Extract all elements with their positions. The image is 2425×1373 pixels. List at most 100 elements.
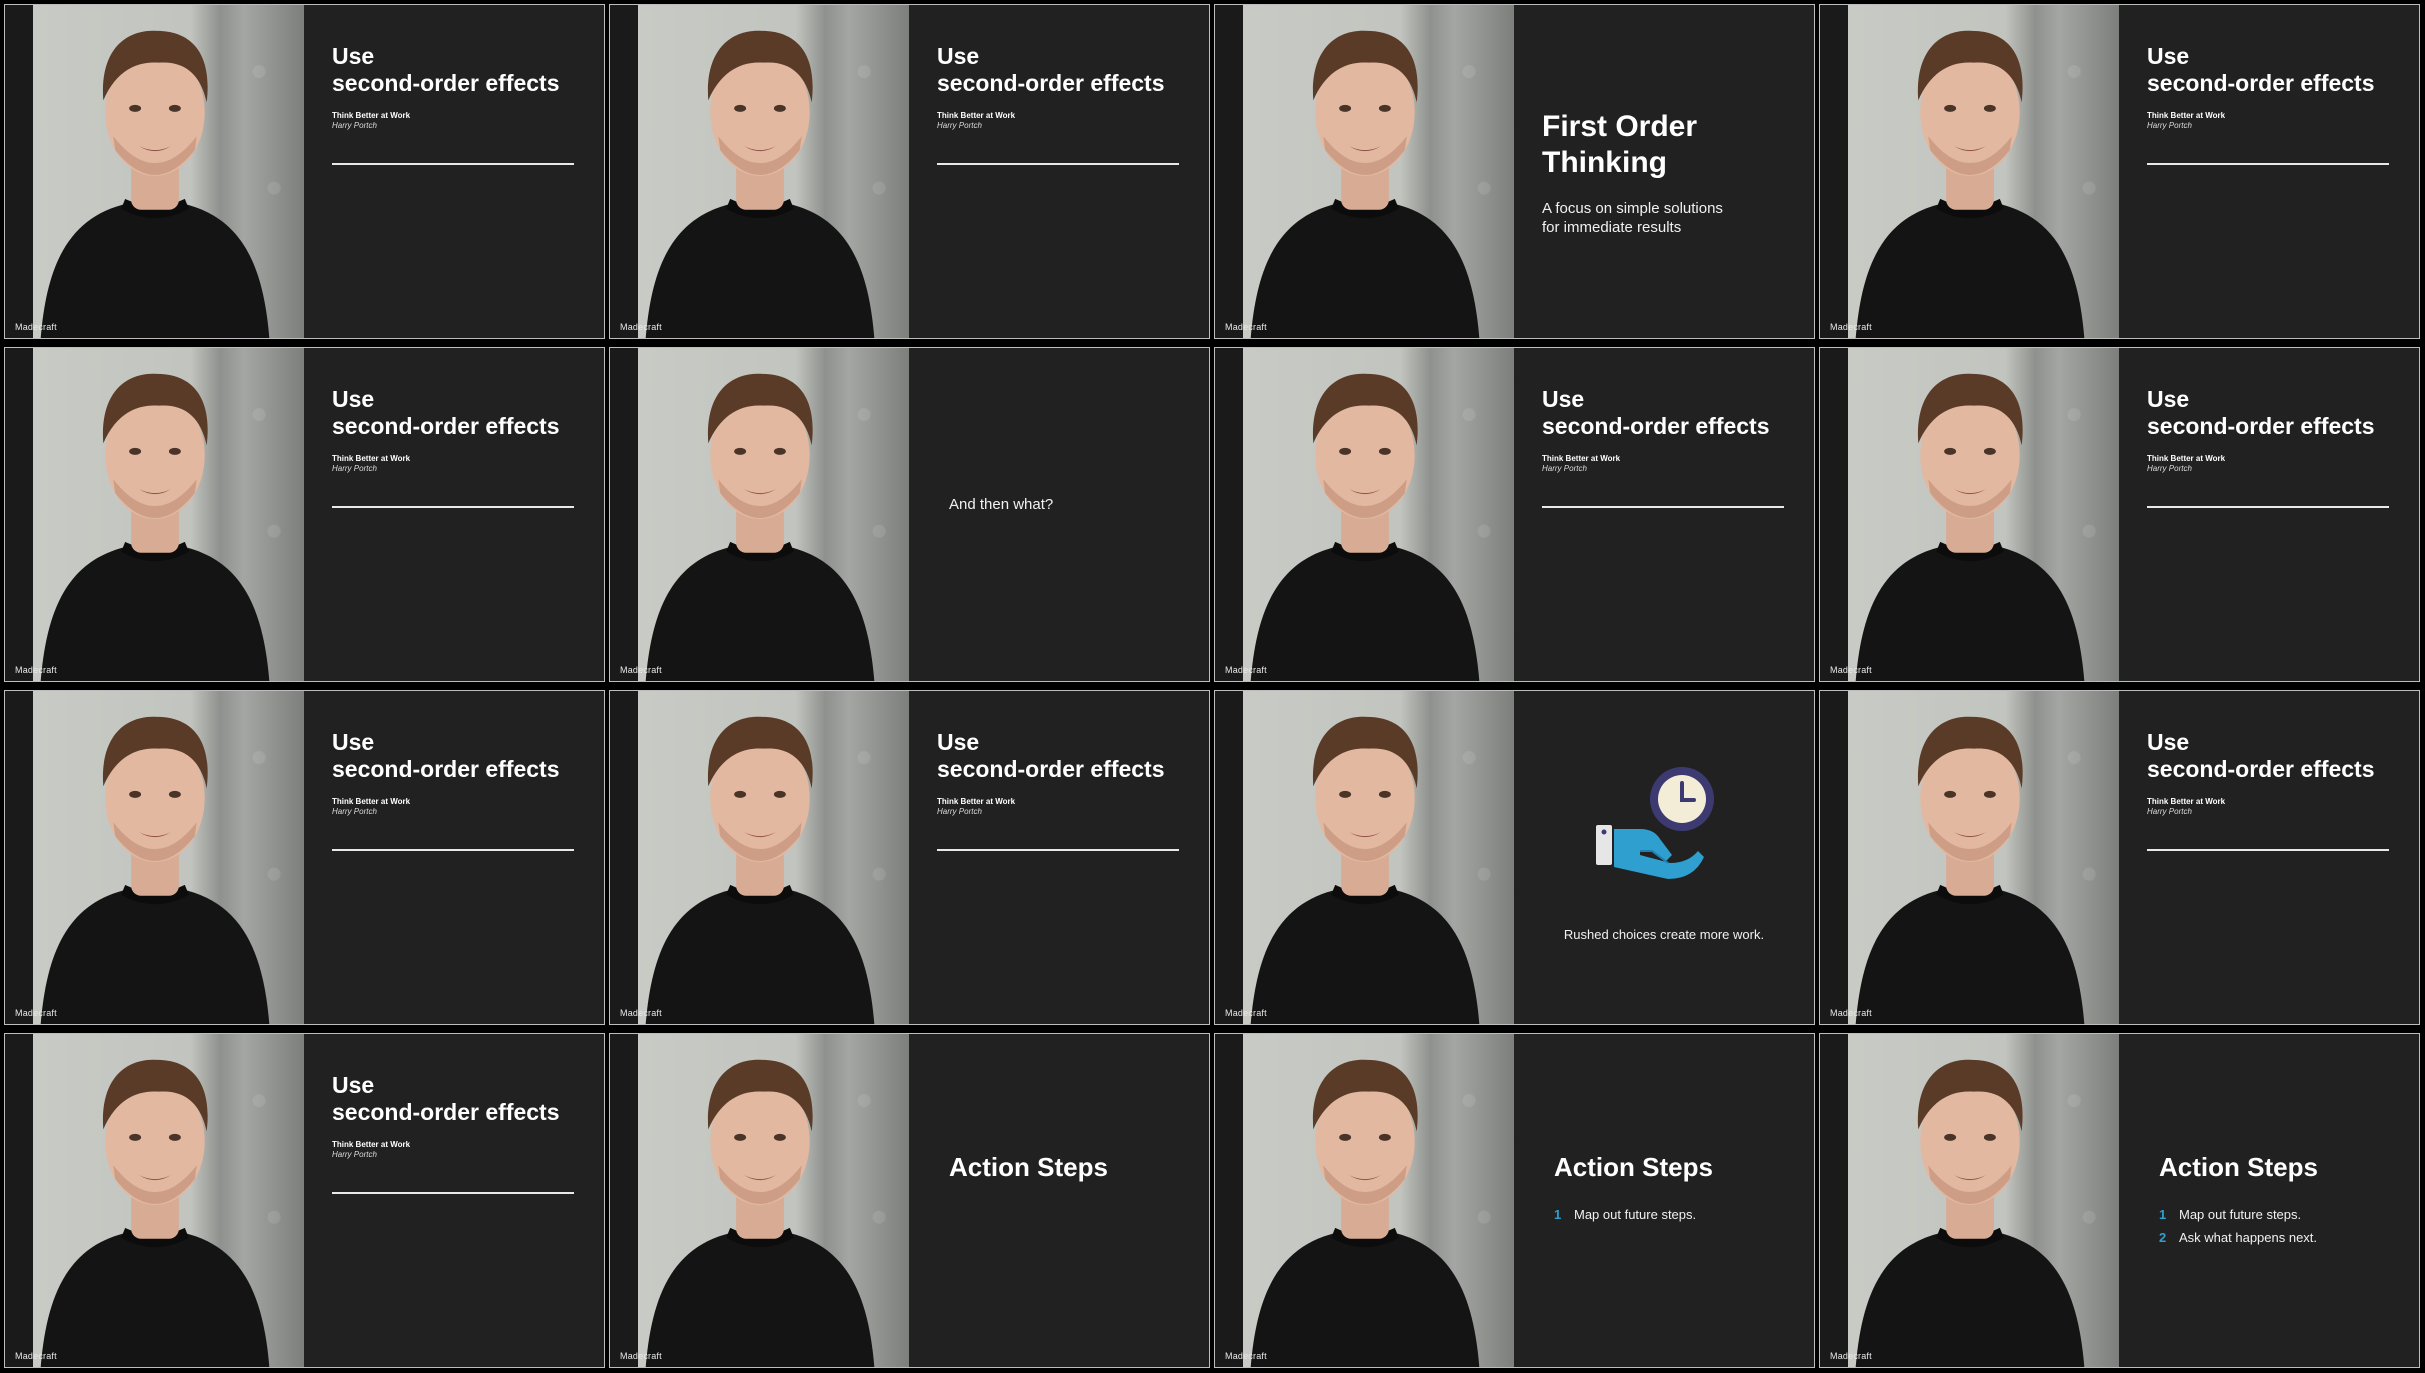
brand-watermark: Madecraft (1830, 1351, 1872, 1361)
author-name: Harry Portch (2147, 121, 2192, 130)
author-name: Harry Portch (937, 807, 982, 816)
video-feed (1215, 691, 1514, 1024)
brand-watermark: Madecraft (1225, 665, 1267, 675)
slide-title: Use second-order effects (2147, 43, 2375, 96)
course-name: Think Better at Work (2147, 454, 2226, 463)
author-name: Harry Portch (2147, 464, 2192, 473)
presenter-image (1250, 30, 1480, 338)
slide-panel: Use second-order effects Think Better at… (2119, 5, 2419, 338)
brand-watermark: Madecraft (1225, 1008, 1267, 1018)
question-text: And then what? (949, 496, 1054, 513)
video-frame[interactable]: Madecraft Use second-order effects Think… (1819, 4, 2420, 339)
course-name: Think Better at Work (332, 454, 411, 463)
brand-watermark: Madecraft (15, 665, 57, 675)
video-feed (5, 691, 304, 1024)
slide-panel: Use second-order effects Think Better at… (304, 348, 604, 681)
video-feed (1215, 348, 1514, 681)
brand-watermark: Madecraft (620, 1008, 662, 1018)
action-steps-title: Action Steps (949, 1152, 1108, 1182)
action-step: 1 Map out future steps. (2159, 1207, 2302, 1222)
video-feed (610, 348, 909, 681)
video-frame[interactable]: Madecraft Use second-order effects Think… (4, 347, 605, 682)
action-step: 1 Map out future steps. (1554, 1207, 1697, 1222)
video-frame[interactable]: Madecraft Use second-order effects Think… (609, 4, 1210, 339)
hand-with-clock-icon (1596, 767, 1714, 879)
slide-panel: Use second-order effects Think Better at… (1514, 348, 1814, 681)
author-name: Harry Portch (1542, 464, 1587, 473)
video-frame[interactable]: Madecraft Use second-order effects Think… (1214, 347, 1815, 682)
video-frame[interactable]: Madecraft Use second-order effects Think… (1819, 347, 2420, 682)
slide-title: Use second-order effects (332, 386, 560, 439)
video-frame[interactable]: Madecraft And then what? (609, 347, 1210, 682)
video-feed (1820, 691, 2119, 1024)
video-feed (5, 1034, 304, 1367)
video-frame[interactable]: Madecraft Use second-order effects Think… (4, 1033, 605, 1368)
author-name: Harry Portch (937, 121, 982, 130)
divider (332, 1192, 574, 1194)
presenter-image (1855, 373, 2085, 681)
video-feed (5, 5, 304, 338)
video-feed (610, 1034, 909, 1367)
slide-panel: Use second-order effects Think Better at… (2119, 691, 2419, 1024)
video-frame[interactable]: Madecraft Use second-order effects Think… (4, 4, 605, 339)
slide-title: Use second-order effects (937, 43, 1165, 96)
presenter-image (1250, 373, 1480, 681)
brand-watermark: Madecraft (620, 1351, 662, 1361)
divider (332, 849, 574, 851)
brand-watermark: Madecraft (1830, 1008, 1872, 1018)
video-feed (1215, 1034, 1514, 1367)
video-frame[interactable]: Madecraft First Order Thinking A focus o… (1214, 4, 1815, 339)
course-name: Think Better at Work (332, 111, 411, 120)
brand-watermark: Madecraft (15, 322, 57, 332)
course-name: Think Better at Work (937, 111, 1016, 120)
presenter-image (40, 1059, 270, 1367)
course-name: Think Better at Work (1542, 454, 1621, 463)
presenter-image (1855, 716, 2085, 1024)
author-name: Harry Portch (332, 807, 377, 816)
slide-title: Use second-order effects (332, 729, 560, 782)
slide-panel: Action Steps (909, 1034, 1209, 1367)
video-frame[interactable]: Madecraft Use second-order effects Think… (609, 690, 1210, 1025)
author-name: Harry Portch (2147, 807, 2192, 816)
brand-watermark: Madecraft (15, 1351, 57, 1361)
course-name: Think Better at Work (937, 797, 1016, 806)
slide-title: Use second-order effects (937, 729, 1165, 782)
divider (1542, 506, 1784, 508)
presenter-image (1250, 1059, 1480, 1367)
video-frame[interactable]: Madecraft Action Steps 1 Map out future s… (1819, 1033, 2420, 1368)
slide-panel: And then what? (909, 348, 1209, 681)
divider (2147, 163, 2389, 165)
slide-title: Use second-order effects (332, 1072, 560, 1125)
rushed-caption: Rushed choices create more work. (1563, 927, 1765, 942)
slide-panel: Use second-order effects Think Better at… (909, 5, 1209, 338)
course-name: Think Better at Work (332, 797, 411, 806)
video-feed (1215, 5, 1514, 338)
video-frame[interactable]: Madecraft Use second-order effects Think… (1819, 690, 2420, 1025)
video-frame[interactable]: Madecraft Action Steps (609, 1033, 1210, 1368)
action-steps-title: Action Steps (2159, 1152, 2318, 1182)
action-step: 2 Ask what happens next. (2159, 1230, 2318, 1245)
video-feed (1820, 348, 2119, 681)
video-feed (5, 348, 304, 681)
video-feed (610, 691, 909, 1024)
action-steps-list: 1 Map out future steps. (1554, 1203, 1696, 1226)
presenter-image (645, 1059, 875, 1367)
slide-panel: Use second-order effects Think Better at… (304, 1034, 604, 1367)
slide-panel: Use second-order effects Think Better at… (304, 691, 604, 1024)
divider (937, 163, 1179, 165)
course-name: Think Better at Work (332, 1140, 411, 1149)
slide-title: Use second-order effects (1542, 386, 1770, 439)
slide-title: Use second-order effects (2147, 386, 2375, 439)
first-order-description: A focus on simple solutions for immediat… (1542, 200, 1723, 236)
course-name: Think Better at Work (2147, 111, 2226, 120)
brand-watermark: Madecraft (620, 322, 662, 332)
video-feed (1820, 1034, 2119, 1367)
video-frame[interactable]: Madecraft Use second-order effects Think… (4, 690, 605, 1025)
brand-watermark: Madecraft (1830, 322, 1872, 332)
video-frame[interactable]: Madecraft Rushed choices create more wor… (1214, 690, 1815, 1025)
slide-panel: Use second-order effects Think Better at… (909, 691, 1209, 1024)
author-name: Harry Portch (332, 121, 377, 130)
action-steps-title: Action Steps (1554, 1152, 1713, 1182)
presenter-image (645, 716, 875, 1024)
video-frame[interactable]: Madecraft Action Steps 1 Map out future s… (1214, 1033, 1815, 1368)
